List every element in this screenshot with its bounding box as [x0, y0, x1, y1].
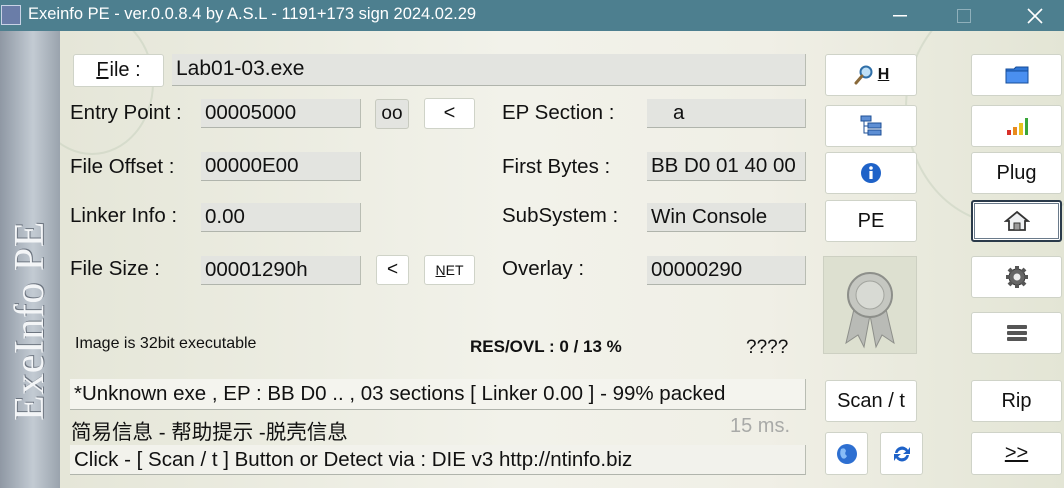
file-offset-field[interactable]: 00000E00 [201, 152, 361, 181]
file-size-label: File Size : [70, 257, 160, 280]
subsystem-field[interactable]: Win Console [647, 203, 806, 232]
next-button[interactable]: >> [971, 432, 1062, 475]
search-h-button[interactable]: H [825, 54, 917, 96]
detection-result-field[interactable]: *Unknown exe , EP : BB D0 .. , 03 sectio… [70, 379, 806, 410]
oo-button[interactable]: oo [375, 99, 409, 129]
gear-icon [1005, 266, 1028, 288]
overlay-label: Overlay : [502, 257, 585, 280]
ep-section-field[interactable]: a [647, 99, 806, 128]
file-offset-label: File Offset : [70, 155, 175, 178]
scan-button[interactable]: Scan / t [825, 380, 917, 422]
net-button-label: ET [445, 262, 464, 278]
res-ovl-text: RES/OVL : 0 / 13 % [470, 337, 622, 356]
info-button[interactable] [825, 152, 917, 194]
ep-section-label: EP Section : [502, 101, 615, 124]
home-button[interactable] [971, 200, 1062, 242]
file-button[interactable]: File : [73, 54, 164, 87]
net-button-mnemonic: N [435, 262, 446, 278]
net-button[interactable]: N ET [424, 255, 475, 285]
file-button-mnemonic: F [96, 59, 109, 81]
unknown-text: ???? [746, 337, 789, 358]
menu-button[interactable] [971, 312, 1062, 354]
file-name-field[interactable]: Lab01-03.exe [172, 54, 806, 86]
hint-field[interactable]: Click - [ Scan / t ] Button or Detect vi… [70, 445, 806, 475]
stats-button[interactable] [971, 105, 1062, 147]
search-h-letter: H [877, 66, 890, 83]
first-bytes-label: First Bytes : [502, 155, 611, 178]
maximize-icon [957, 8, 971, 23]
scan-time-text: 15 ms. [730, 415, 791, 437]
maximize-button [941, 0, 987, 31]
certificate-seal-image [823, 256, 917, 354]
background-decoration [60, 31, 154, 155]
seal-icon [845, 272, 895, 349]
file-button-label: ile : [109, 59, 141, 81]
next-button-label: >> [1004, 442, 1029, 464]
menu-icon [1006, 325, 1027, 341]
pe-button[interactable]: PE [825, 200, 917, 242]
brand-strip: ExeInfo PE [0, 31, 60, 488]
file-size-field[interactable]: 00001290h [201, 256, 361, 285]
subsystem-label: SubSystem : [502, 204, 619, 227]
main-panel: File : Lab01-03.exe Entry Point : 000050… [60, 31, 1064, 488]
brand-logo-text: ExeInfo PE [7, 221, 53, 421]
web-button[interactable] [825, 432, 868, 475]
section-viewer-button[interactable] [825, 105, 917, 147]
refresh-button[interactable] [880, 432, 923, 475]
overlay-field[interactable]: 00000290 [647, 256, 806, 285]
title-bar: Exeinfo PE - ver.0.0.8.4 by A.S.L - 1191… [0, 0, 1064, 31]
magnifier-icon [854, 65, 873, 85]
plug-button[interactable]: Plug [971, 152, 1062, 194]
image-info-text: Image is 32bit executable [75, 335, 257, 352]
folder-icon [1005, 66, 1028, 84]
globe-icon [836, 443, 857, 464]
linker-info-label: Linker Info : [70, 204, 178, 227]
window-title: Exeinfo PE - ver.0.0.8.4 by A.S.L - 1191… [28, 5, 477, 23]
bar-signal-icon [1006, 118, 1028, 135]
close-icon [1027, 7, 1043, 24]
close-button[interactable] [1012, 0, 1058, 31]
tree-list-icon [860, 115, 882, 136]
file-size-back-button[interactable]: < [376, 255, 409, 285]
minimize-button[interactable] [877, 0, 923, 31]
entry-point-label: Entry Point : [70, 101, 182, 124]
entry-point-back-button[interactable]: < [424, 98, 475, 129]
rip-button[interactable]: Rip [971, 380, 1062, 422]
app-icon [1, 5, 21, 25]
open-folder-button[interactable] [971, 54, 1062, 96]
chinese-info-text: 简易信息 - 帮助提示 -脱壳信息 [71, 421, 348, 444]
home-icon [1003, 210, 1030, 231]
options-button[interactable] [971, 256, 1062, 298]
minimize-icon [893, 14, 907, 16]
first-bytes-field[interactable]: BB D0 01 40 00 [647, 152, 806, 181]
refresh-icon [893, 446, 910, 461]
linker-info-field[interactable]: 0.00 [201, 203, 361, 232]
info-icon [861, 163, 881, 183]
entry-point-field[interactable]: 00005000 [201, 99, 361, 128]
